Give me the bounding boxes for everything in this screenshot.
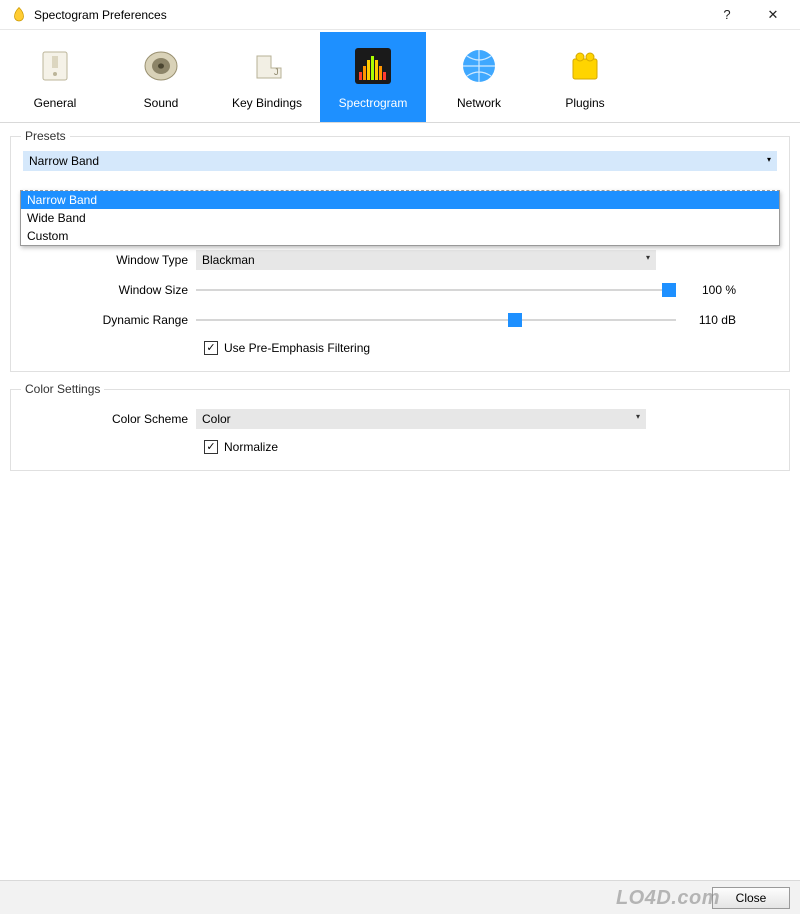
tab-general[interactable]: General <box>2 32 108 122</box>
tab-toolbar: General Sound J Key Bindings <box>0 30 800 123</box>
window-type-label: Window Type <box>21 253 196 267</box>
dynamic-range-label: Dynamic Range <box>21 313 196 327</box>
normalize-checkbox[interactable]: ✓ <box>204 440 218 454</box>
preset-option-custom[interactable]: Custom <box>21 227 779 245</box>
block-icon <box>561 42 609 90</box>
tab-label: Plugins <box>565 96 604 110</box>
presets-group-label: Presets <box>21 129 70 143</box>
window-size-value: 100 % <box>676 283 736 297</box>
normalize-label: Normalize <box>224 440 278 454</box>
preemph-row: ✓ Use Pre-Emphasis Filtering <box>21 335 779 361</box>
globe-icon <box>455 42 503 90</box>
content-area: Presets Narrow Band ▾ Number of Bins 128… <box>0 123 800 471</box>
preset-option-narrow-band[interactable]: Narrow Band <box>21 191 779 209</box>
presets-selected: Narrow Band <box>29 154 99 168</box>
normalize-row: ✓ Normalize <box>21 434 779 460</box>
preemph-label: Use Pre-Emphasis Filtering <box>224 341 370 355</box>
tab-network[interactable]: Network <box>426 32 532 122</box>
window-type-combo[interactable]: Blackman ▾ <box>196 250 656 270</box>
app-icon <box>10 6 28 24</box>
color-scheme-combo[interactable]: Color ▾ <box>196 409 646 429</box>
color-settings-label: Color Settings <box>21 382 104 396</box>
window-title: Spectogram Preferences <box>34 8 167 22</box>
watermark: LO4D.com <box>616 887 720 910</box>
tab-label: General <box>34 96 77 110</box>
tab-label: Spectrogram <box>339 96 408 110</box>
chevron-down-icon: ▾ <box>636 412 640 421</box>
tab-label: Sound <box>144 96 179 110</box>
footer: LO4D.com Close <box>0 880 800 914</box>
tab-label: Key Bindings <box>232 96 302 110</box>
key-icon: J <box>243 42 291 90</box>
tab-key-bindings[interactable]: J Key Bindings <box>214 32 320 122</box>
color-settings-group: Color Settings Color Scheme Color ▾ ✓ No… <box>10 382 790 471</box>
window-size-row: Window Size 100 % <box>21 275 779 305</box>
close-button[interactable]: Close <box>712 887 790 909</box>
window-type-row: Window Type Blackman ▾ <box>21 245 779 275</box>
chevron-down-icon: ▾ <box>767 155 771 164</box>
tab-label: Network <box>457 96 501 110</box>
color-scheme-label: Color Scheme <box>21 412 196 426</box>
dynamic-range-slider[interactable] <box>196 310 676 330</box>
titlebar: Spectogram Preferences ? ✕ <box>0 0 800 30</box>
speaker-icon <box>137 42 185 90</box>
spectrogram-icon <box>349 42 397 90</box>
tab-plugins[interactable]: Plugins <box>532 32 638 122</box>
preset-option-wide-band[interactable]: Wide Band <box>21 209 779 227</box>
tab-spectrogram[interactable]: Spectrogram <box>320 32 426 122</box>
dynamic-range-row: Dynamic Range 110 dB <box>21 305 779 335</box>
color-scheme-row: Color Scheme Color ▾ <box>21 404 779 434</box>
switch-icon <box>31 42 79 90</box>
window-size-label: Window Size <box>21 283 196 297</box>
help-button[interactable]: ? <box>704 0 750 30</box>
window-close-button[interactable]: ✕ <box>750 0 796 30</box>
preemph-checkbox[interactable]: ✓ <box>204 341 218 355</box>
chevron-down-icon: ▾ <box>646 253 650 262</box>
presets-dropdown[interactable]: Narrow Band Wide Band Custom <box>20 190 780 246</box>
window-size-slider[interactable] <box>196 280 676 300</box>
dynamic-range-value: 110 dB <box>676 313 736 327</box>
svg-text:J: J <box>274 67 279 77</box>
presets-combo[interactable]: Narrow Band ▾ <box>23 151 777 171</box>
tab-sound[interactable]: Sound <box>108 32 214 122</box>
presets-group: Presets Narrow Band ▾ Number of Bins 128… <box>10 129 790 372</box>
